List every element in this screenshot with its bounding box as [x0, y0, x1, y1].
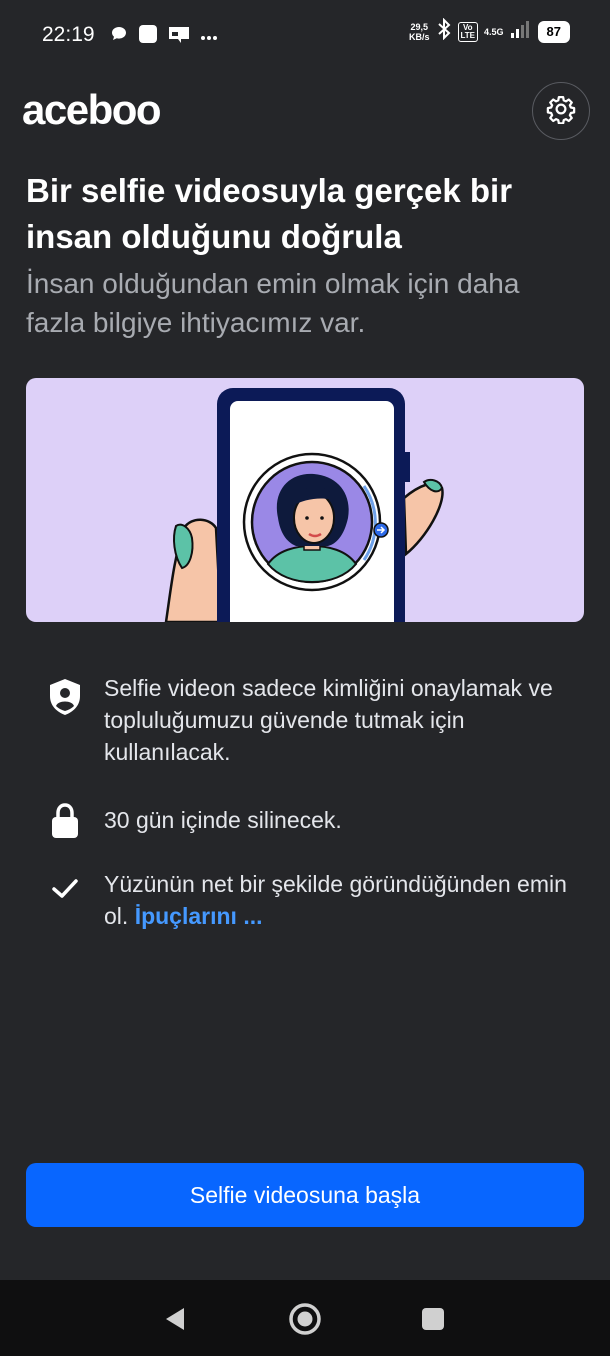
facebook-logo: aceboo — [22, 86, 162, 133]
info-text: Selfie videon sadece kimliğini onaylamak… — [104, 675, 553, 765]
lock-icon — [44, 800, 86, 842]
selfie-illustration — [26, 378, 584, 622]
shield-person-icon — [44, 676, 86, 718]
settings-button[interactable] — [532, 82, 590, 140]
system-navigation-bar — [0, 1280, 610, 1356]
notification-flag-icon — [168, 24, 190, 49]
header: aceboo — [0, 82, 610, 142]
chat-bubble-icon — [110, 25, 128, 48]
info-text: 30 gün içinde silinecek. — [104, 807, 342, 833]
page-title: Bir selfie videosuyla gerçek bir insan o… — [26, 172, 513, 255]
network-type: 4.5G — [484, 26, 504, 37]
signal-icon — [510, 19, 532, 44]
more-dots-icon — [200, 28, 218, 46]
back-icon[interactable] — [158, 1302, 192, 1336]
tips-link[interactable]: İpuçlarını ... — [135, 903, 263, 929]
bluetooth-icon — [436, 17, 452, 45]
battery-indicator: 87 — [537, 20, 570, 43]
volte-badge: Vo LTE — [457, 21, 479, 42]
page-subtitle: İnsan olduğundan emin olmak için daha fa… — [26, 268, 520, 338]
home-icon[interactable] — [288, 1302, 322, 1336]
notification-square-icon — [138, 24, 158, 49]
network-speed: 29,5 KB/s — [408, 21, 430, 42]
status-bar: 22:19 29,5 KB/s Vo LTE 4.5G 87 — [0, 0, 610, 72]
start-selfie-video-button[interactable]: Selfie videosuna başla — [26, 1163, 584, 1227]
gear-icon — [546, 94, 576, 129]
info-text: Yüzünün net bir şekilde göründüğünden em… — [104, 868, 584, 932]
status-time: 22:19 — [42, 23, 95, 46]
checkmark-icon — [44, 868, 86, 910]
recents-icon[interactable] — [416, 1302, 450, 1336]
